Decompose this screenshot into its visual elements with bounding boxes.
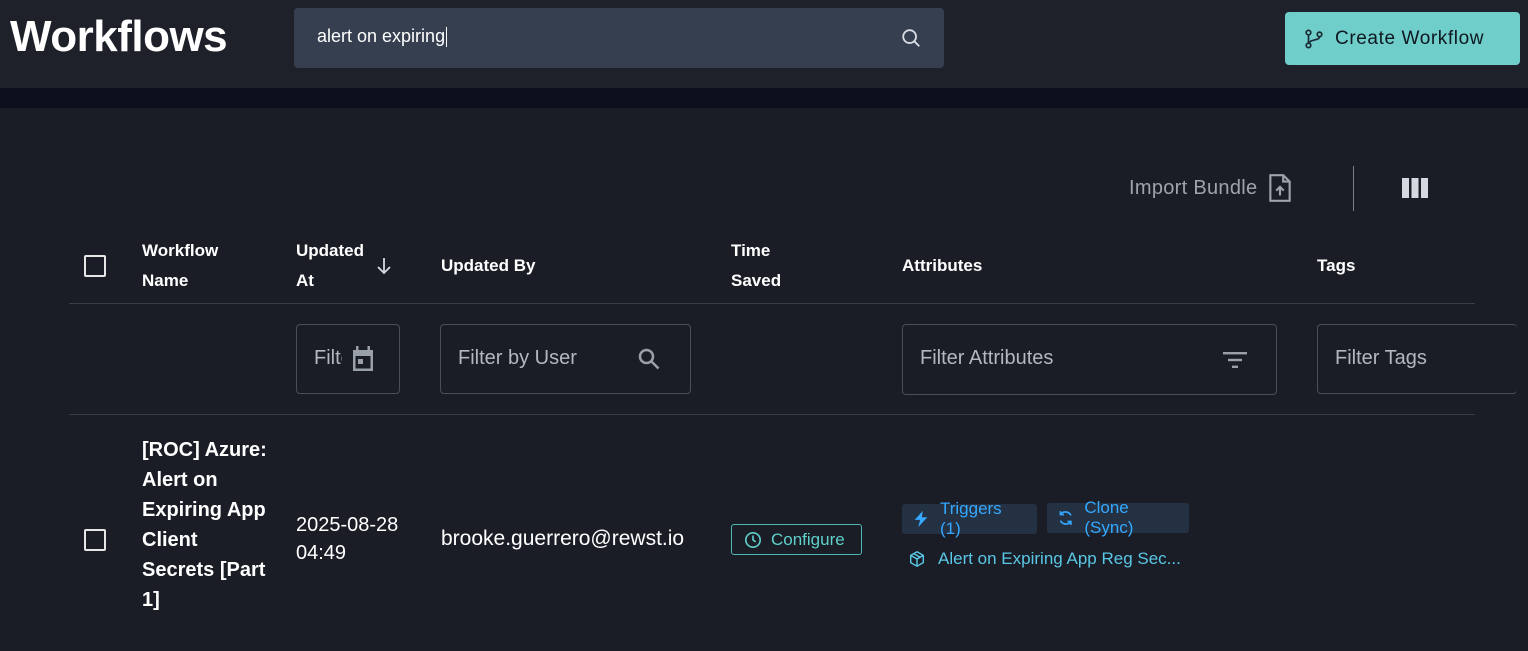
toolbar-divider: [1353, 166, 1354, 211]
arrow-down-icon[interactable]: [374, 256, 394, 276]
header-divider: [0, 88, 1528, 108]
create-workflow-button[interactable]: Create Workflow: [1285, 12, 1520, 65]
date-filter-input[interactable]: Filter: [296, 324, 400, 394]
column-header-label: Workflow: [142, 241, 219, 260]
column-header-updated-at[interactable]: Updated At: [296, 236, 364, 296]
configure-label: Configure: [771, 529, 845, 549]
bundle-link-label: Alert on Expiring App Reg Sec...: [938, 549, 1181, 568]
updated-by-value: brooke.guerrero@rewst.io: [441, 527, 685, 550]
search-input[interactable]: alert on expiring: [294, 8, 944, 68]
row-checkbox[interactable]: [84, 529, 106, 551]
filter-list-icon[interactable]: [1222, 350, 1248, 370]
workflow-name-link[interactable]: [ROC] Azure: Alert on Expiring App Clien…: [142, 435, 272, 615]
cube-icon: [909, 550, 925, 568]
filter-divider-line: [69, 414, 1475, 415]
clone-sync-label: Clone (Sync): [1084, 498, 1134, 537]
create-workflow-label: Create Workflow: [1335, 27, 1485, 49]
column-header-label: Name: [142, 271, 189, 290]
clock-icon: [744, 531, 762, 548]
sync-icon: [1059, 511, 1072, 525]
column-header-tags[interactable]: Tags: [1317, 251, 1355, 281]
select-all-checkbox[interactable]: [84, 255, 106, 277]
file-upload-icon: [1269, 174, 1292, 202]
triggers-label: Triggers (1): [939, 499, 1002, 538]
user-filter-input[interactable]: Filter by User: [440, 324, 691, 394]
view-columns-icon[interactable]: [1402, 178, 1428, 198]
header-divider-line: [69, 303, 1475, 304]
attributes-filter-input[interactable]: Filter Attributes: [902, 324, 1277, 395]
lightning-icon: [914, 510, 928, 528]
import-bundle-button[interactable]: Import Bundle: [1129, 173, 1293, 203]
git-branch-icon: [1305, 28, 1323, 49]
tags-filter-input[interactable]: Filter Tags: [1317, 324, 1517, 394]
attributes-filter-placeholder: Filter Attributes: [920, 347, 1054, 369]
clone-sync-chip[interactable]: Clone (Sync): [1047, 498, 1189, 537]
page-title: Workflows: [10, 12, 228, 61]
column-header-attributes[interactable]: Attributes: [902, 251, 982, 281]
user-filter-placeholder: Filter by User: [458, 347, 577, 369]
column-header-time-saved[interactable]: Time Saved: [731, 236, 781, 296]
search-input-value[interactable]: alert on expiring: [317, 26, 447, 47]
triggers-chip[interactable]: Triggers (1): [902, 499, 1037, 538]
column-header-label: Updated: [296, 241, 364, 260]
configure-time-saved-button[interactable]: Configure: [731, 524, 862, 555]
column-header-label: At: [296, 271, 314, 290]
search-icon[interactable]: [900, 27, 922, 49]
search-icon: [638, 348, 660, 370]
date-filter-placeholder: Filter: [314, 347, 342, 369]
column-header-workflow-name[interactable]: Workflow Name: [142, 236, 218, 296]
column-header-label: Saved: [731, 271, 782, 290]
calendar-icon[interactable]: [351, 346, 375, 372]
tags-filter-placeholder: Filter Tags: [1335, 347, 1427, 369]
bundle-link[interactable]: Alert on Expiring App Reg Sec...: [908, 549, 1181, 569]
updated-at-value: 2025-08-28 04:49: [296, 514, 399, 564]
import-bundle-label: Import Bundle: [1129, 176, 1258, 199]
column-header-updated-by[interactable]: Updated By: [441, 251, 535, 281]
column-header-label: Time: [731, 241, 771, 260]
top-bar: Workflows alert on expiring Create Workf…: [0, 0, 1528, 88]
